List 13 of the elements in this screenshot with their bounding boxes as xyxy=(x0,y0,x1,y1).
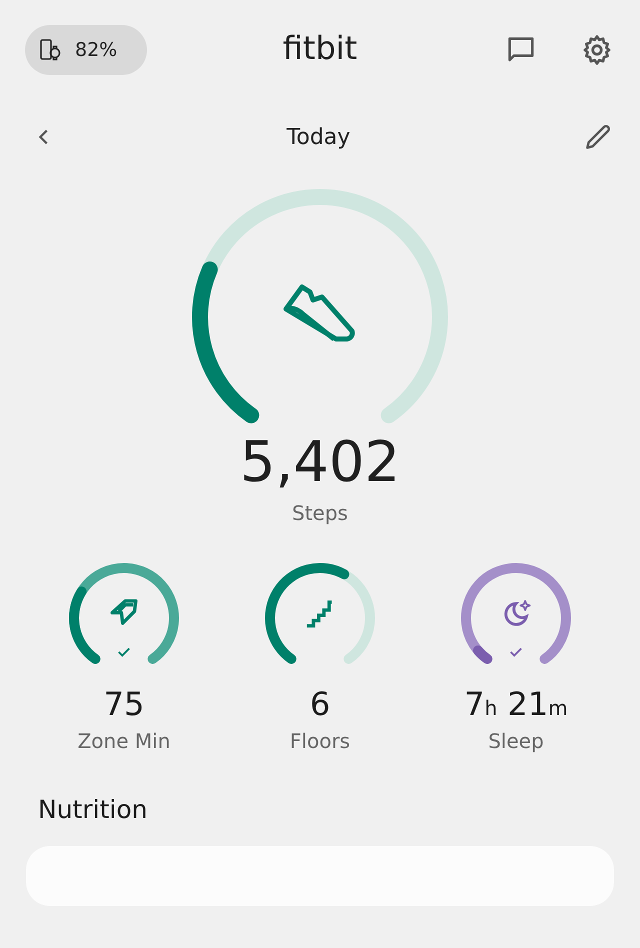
stat-label: Sleep xyxy=(488,729,544,753)
date-title: Today xyxy=(286,124,350,150)
app-logo: fitbit xyxy=(282,29,358,67)
stat-value: 7 h 21 m xyxy=(464,685,568,723)
stat-value: 6 xyxy=(310,685,330,723)
steps-count: 5,402 xyxy=(240,431,400,495)
steps-label: Steps xyxy=(292,501,348,525)
stat-label: Floors xyxy=(290,729,350,753)
phone-watch-icon xyxy=(39,38,63,62)
stat-label: Zone Min xyxy=(78,729,170,753)
device-battery-chip[interactable]: 82% xyxy=(25,25,147,75)
section-title: Nutrition xyxy=(38,795,148,824)
stat-value: 75 xyxy=(104,685,144,723)
